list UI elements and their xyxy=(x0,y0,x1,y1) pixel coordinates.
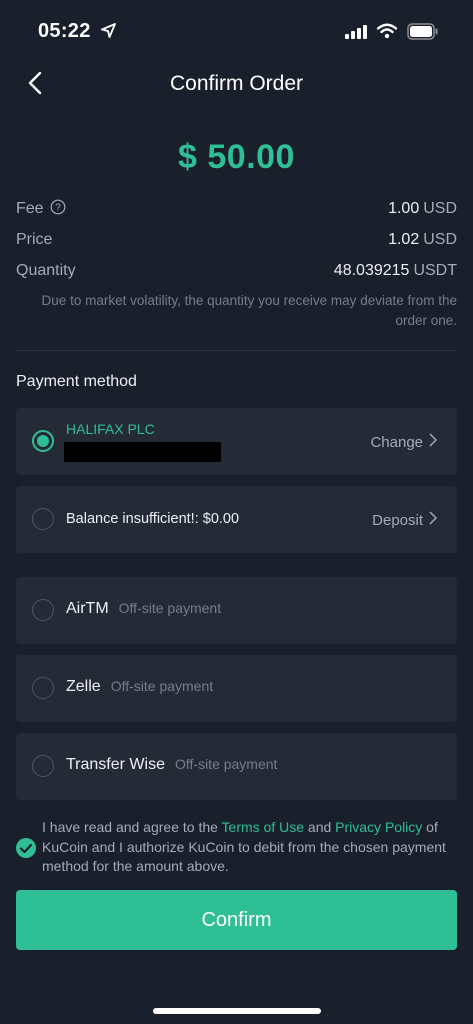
payment-option-airtm[interactable]: AirTM Off-site payment xyxy=(16,577,457,644)
wifi-icon xyxy=(376,23,398,44)
payment-option-transferwise[interactable]: Transfer Wise Off-site payment xyxy=(16,733,457,800)
option-name: AirTM xyxy=(66,600,109,617)
option-name: Zelle xyxy=(66,678,101,695)
radio-selected[interactable] xyxy=(32,430,54,452)
fee-label: Fee xyxy=(16,200,44,217)
change-button[interactable]: Change xyxy=(370,433,438,451)
volatility-disclaimer: Due to market volatility, the quantity y… xyxy=(41,293,457,328)
quantity-row: Quantity 48.039215 USDT xyxy=(16,259,457,283)
chevron-right-icon xyxy=(429,511,438,529)
bank-name: HALIFAX PLC xyxy=(66,421,155,437)
option-subtitle: Off-site payment xyxy=(174,756,278,772)
agreement-text: I have read and agree to the Terms of Us… xyxy=(42,819,446,874)
help-icon[interactable]: ? xyxy=(50,199,66,220)
price-unit: USD xyxy=(423,231,457,248)
status-time: 05:22 xyxy=(38,20,91,42)
fee-value: 1.00 xyxy=(388,200,420,217)
page-title: Confirm Order xyxy=(169,72,304,95)
agreement-checkbox[interactable] xyxy=(16,838,36,858)
radio-unselected[interactable] xyxy=(32,508,54,530)
option-subtitle: Off-site payment xyxy=(110,678,214,694)
payment-option-zelle[interactable]: Zelle Off-site payment xyxy=(16,655,457,722)
radio-unselected[interactable] xyxy=(32,599,54,621)
svg-text:?: ? xyxy=(55,202,61,213)
fee-unit: USD xyxy=(423,200,457,217)
payment-method-title: Payment method xyxy=(16,373,137,390)
divider xyxy=(16,350,457,351)
signal-icon xyxy=(345,25,369,44)
fee-row: Fee ? 1.00 USD xyxy=(16,197,457,221)
price-label: Price xyxy=(16,231,53,248)
payment-option-balance[interactable]: Balance insufficient!: $0.00 Deposit xyxy=(16,486,457,553)
header: Confirm Order xyxy=(0,60,473,110)
radio-unselected[interactable] xyxy=(32,677,54,699)
confirm-button[interactable]: Confirm xyxy=(16,890,457,950)
price-row: Price 1.02 USD xyxy=(16,228,457,252)
change-label: Change xyxy=(370,433,423,451)
deposit-label: Deposit xyxy=(372,511,423,529)
account-number-redacted xyxy=(64,442,221,462)
checkmark-icon xyxy=(16,843,36,862)
option-name: Transfer Wise xyxy=(66,756,165,773)
order-amount: $ 50.00 xyxy=(178,138,295,176)
price-value: 1.02 xyxy=(388,231,420,248)
radio-unselected[interactable] xyxy=(32,755,54,777)
battery-icon xyxy=(407,23,439,45)
chevron-right-icon xyxy=(429,433,438,451)
privacy-policy-link[interactable]: Privacy Policy xyxy=(335,819,422,835)
status-bar: 05:22 xyxy=(0,0,473,60)
payment-option-bank[interactable]: HALIFAX PLC Change xyxy=(16,408,457,475)
quantity-value: 48.039215 xyxy=(333,262,410,279)
option-subtitle: Off-site payment xyxy=(118,600,222,616)
home-indicator[interactable] xyxy=(153,1008,321,1014)
balance-label: Balance insufficient!: $0.00 xyxy=(66,511,240,527)
terms-of-use-link[interactable]: Terms of Use xyxy=(222,819,304,835)
location-arrow-icon xyxy=(101,23,116,43)
quantity-unit: USDT xyxy=(413,262,457,279)
quantity-label: Quantity xyxy=(16,262,76,279)
agreement: I have read and agree to the Terms of Us… xyxy=(16,818,457,878)
deposit-button[interactable]: Deposit xyxy=(372,511,438,529)
